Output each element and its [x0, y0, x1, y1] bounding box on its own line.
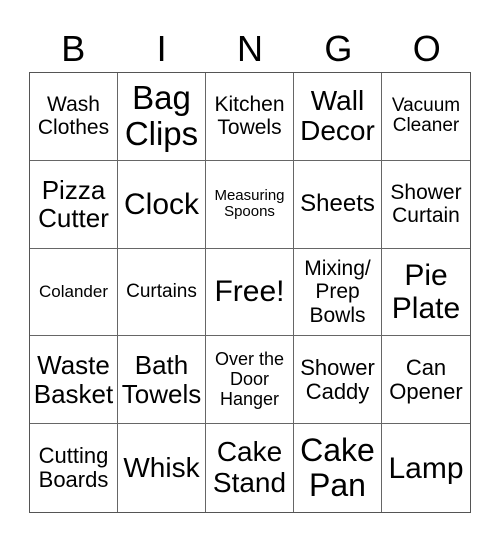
bingo-cell[interactable]: Mixing/ Prep Bowls [294, 248, 382, 337]
bingo-grid: Wash Clothes Bag Clips Kitchen Towels Wa… [29, 72, 471, 513]
bingo-cell[interactable]: Pie Plate [382, 249, 470, 337]
bingo-cell[interactable]: Whisk [118, 424, 206, 512]
bingo-cell[interactable]: Cutting Boards [30, 424, 118, 512]
bingo-cell[interactable]: Bath Towels [118, 336, 206, 425]
bingo-cell[interactable]: Sheets [294, 160, 382, 249]
bingo-cell[interactable]: Colander [30, 248, 118, 337]
header-letter-o: O [412, 28, 441, 69]
bingo-header: B I N G O [29, 26, 471, 72]
bingo-cell[interactable]: Cake Stand [206, 424, 294, 512]
header-letter-n: N [236, 28, 263, 69]
bingo-cell[interactable]: Cake Pan [294, 424, 382, 512]
bingo-cell[interactable]: Curtains [118, 248, 206, 337]
free-space-cell[interactable]: Free! [206, 248, 294, 337]
bingo-cell[interactable]: Shower Curtain [382, 161, 470, 249]
bingo-cell[interactable]: Measuring Spoons [206, 160, 294, 249]
bingo-cell[interactable]: Waste Basket [30, 336, 118, 425]
bingo-cell[interactable]: Vacuum Cleaner [382, 73, 470, 161]
header-letter-i: I [156, 28, 167, 69]
bingo-cell[interactable]: Kitchen Towels [206, 73, 294, 161]
bingo-cell[interactable]: Wall Decor [294, 73, 382, 161]
bingo-cell[interactable]: Shower Caddy [294, 336, 382, 425]
bingo-cell[interactable]: Bag Clips [118, 73, 206, 161]
header-letter-g: G [324, 28, 353, 69]
bingo-cell[interactable]: Pizza Cutter [30, 160, 118, 249]
bingo-cell[interactable]: Lamp [382, 424, 470, 512]
bingo-cell[interactable]: Can Opener [382, 336, 470, 425]
header-letter-b: B [61, 28, 86, 69]
bingo-cell[interactable]: Over the Door Hanger [206, 336, 294, 425]
bingo-cell[interactable]: Wash Clothes [30, 73, 118, 161]
bingo-cell[interactable]: Clock [118, 160, 206, 249]
